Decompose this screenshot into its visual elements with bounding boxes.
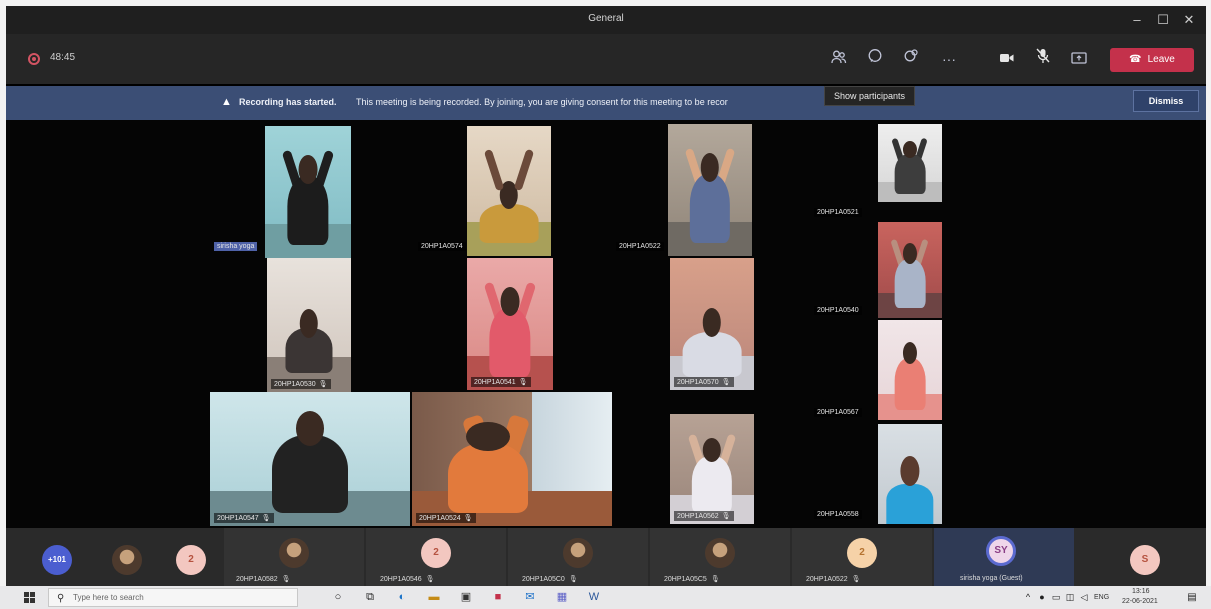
meeting-toolbar: 48:45 ··· ☎ Leave [6, 34, 1206, 84]
participant-avatar: 2 [847, 538, 877, 568]
participant-label: 20HP1A0570 🎙 [674, 377, 734, 387]
participant-name: sirisha yoga (Guest) [960, 575, 1023, 582]
warning-icon: ▲ [221, 96, 232, 108]
participant-strip: +101 2 20HP1A0582 🎙 2 20HP1A0546 🎙 20HP1A0… [6, 528, 1206, 586]
participant-label: 20HP1A0540 [814, 306, 862, 315]
leave-button-label: Leave [1147, 54, 1175, 65]
volume-icon[interactable]: ◁ [1076, 590, 1092, 605]
video-tile[interactable] [878, 124, 942, 202]
participant-avatar[interactable] [112, 545, 142, 575]
participant-card[interactable]: 2 20HP1A0546 🎙 [366, 528, 506, 586]
banner-message: This meeting is being recorded. By joini… [356, 97, 728, 107]
participant-card[interactable]: 20HP1A0582 🎙 [224, 528, 364, 586]
participant-avatar [705, 538, 735, 568]
participant-label: 20HP1A0521 [814, 208, 862, 217]
leave-button[interactable]: ☎ Leave [1110, 48, 1194, 72]
participant-name: 20HP1A0582 🎙 [236, 576, 291, 583]
participant-label: 20HP1A0562 🎙 [674, 511, 734, 521]
participant-name: 20HP1A05C5 🎙 [664, 576, 720, 583]
meeting-timer: 48:45 [50, 52, 76, 63]
clock-time[interactable]: 13:16 [1132, 588, 1150, 595]
dismiss-button[interactable]: Dismiss [1133, 90, 1199, 112]
participant-label: 20HP1A0524 🎙 [416, 513, 476, 523]
participant-label: 20HP1A0567 [814, 408, 862, 417]
participant-label: 20HP1A0574 [418, 242, 466, 251]
video-tile[interactable]: 20HP1A0530 🎙 [267, 258, 351, 392]
participant-label: 20HP1A0541 🎙 [471, 377, 531, 387]
video-tile[interactable] [878, 320, 942, 420]
video-tile[interactable]: 20HP1A0524 🎙 [412, 392, 612, 526]
participant-avatar [279, 538, 309, 568]
clock-date[interactable]: 22-06-2021 [1122, 598, 1158, 605]
notifications-icon[interactable]: ▤ [1184, 590, 1200, 605]
close-icon[interactable]: ✕ [1178, 10, 1200, 30]
participant-card[interactable]: SY sirisha yoga (Guest) [934, 528, 1074, 586]
participant-avatar: 2 [421, 538, 451, 568]
language-indicator[interactable]: ENG [1094, 594, 1109, 601]
participant-label: sirisha yoga [214, 242, 258, 251]
reactions-icon[interactable] [900, 48, 922, 70]
participant-name: 20HP1A05C0 🎙 [522, 576, 578, 583]
banner-heading: Recording has started. [239, 97, 337, 107]
video-tile[interactable]: 20HP1A0562 🎙 [670, 414, 754, 524]
minimize-icon[interactable]: – [1126, 10, 1148, 30]
search-icon: ⚲ [57, 593, 65, 604]
participant-avatar[interactable]: 2 [176, 545, 206, 575]
participant-label: 20HP1A0558 [814, 510, 862, 519]
participant-card[interactable]: 20HP1A05C5 🎙 [650, 528, 790, 586]
participant-name: 20HP1A0546 🎙 [380, 576, 435, 583]
more-participants-badge[interactable]: +101 [42, 545, 72, 575]
participant-avatar [563, 538, 593, 568]
more-options-icon[interactable]: ··· [938, 48, 960, 70]
share-screen-icon[interactable] [1068, 48, 1090, 70]
video-stage: sirisha yoga 20HP1A0530 🎙 20HP1A0547 🎙 20H… [6, 120, 1206, 528]
participant-label: 20HP1A0530 🎙 [271, 379, 331, 389]
participant-avatar[interactable]: S [1130, 545, 1160, 575]
video-tile[interactable]: 20HP1A0541 🎙 [467, 258, 553, 390]
mail-icon[interactable]: ✉ [522, 590, 538, 605]
taskbar-search-input[interactable]: ⚲ Type here to search [48, 588, 298, 607]
participant-avatar: SY [986, 536, 1016, 566]
store-icon[interactable]: ▣ [458, 590, 474, 605]
teams-meeting-window: General – ☐ ✕ 48:45 ··· ☎ Leave ▲ Record… [6, 6, 1206, 586]
video-tile[interactable]: 20HP1A0570 🎙 [670, 258, 754, 390]
participant-card[interactable]: 2 20HP1A0522 🎙 [792, 528, 932, 586]
teams-icon[interactable]: ▦ [554, 590, 570, 605]
maximize-icon[interactable]: ☐ [1152, 10, 1174, 30]
microphone-muted-icon[interactable] [1032, 48, 1054, 70]
windows-taskbar: ⚲ Type here to search ○ ⧉ ◐ ▬ ▣ ■ ✉ ▦ W … [0, 586, 1211, 609]
recording-banner: ▲ Recording has started. This meeting is… [6, 86, 1206, 120]
cortana-icon[interactable]: ○ [330, 590, 346, 605]
phone-icon: ☎ [1129, 54, 1142, 65]
file-explorer-icon[interactable]: ▬ [426, 590, 442, 605]
video-tile[interactable] [668, 124, 752, 256]
participant-label: 20HP1A0522 [616, 242, 664, 251]
video-tile[interactable] [467, 126, 551, 256]
word-icon[interactable]: W [586, 590, 602, 605]
title-bar: General – ☐ ✕ [6, 6, 1206, 34]
windows-start-icon[interactable] [24, 592, 36, 603]
chat-icon[interactable] [864, 48, 886, 70]
participant-card[interactable]: 20HP1A05C0 🎙 [508, 528, 648, 586]
video-tile[interactable] [878, 222, 942, 318]
search-placeholder: Type here to search [73, 593, 144, 602]
task-view-icon[interactable]: ⧉ [362, 590, 378, 605]
recording-icon [28, 53, 40, 65]
video-tile[interactable] [878, 424, 942, 524]
video-tile[interactable]: 20HP1A0547 🎙 [210, 392, 410, 526]
participants-icon[interactable] [828, 48, 850, 70]
participant-label: 20HP1A0547 🎙 [214, 513, 274, 523]
participant-name: 20HP1A0522 🎙 [806, 576, 861, 583]
acrobat-icon[interactable]: ■ [490, 590, 506, 605]
camera-icon[interactable] [996, 48, 1018, 70]
window-title: General [588, 13, 624, 24]
participants-tooltip: Show participants [824, 86, 916, 106]
video-tile[interactable] [265, 126, 351, 258]
edge-icon[interactable]: ◐ [394, 590, 410, 605]
